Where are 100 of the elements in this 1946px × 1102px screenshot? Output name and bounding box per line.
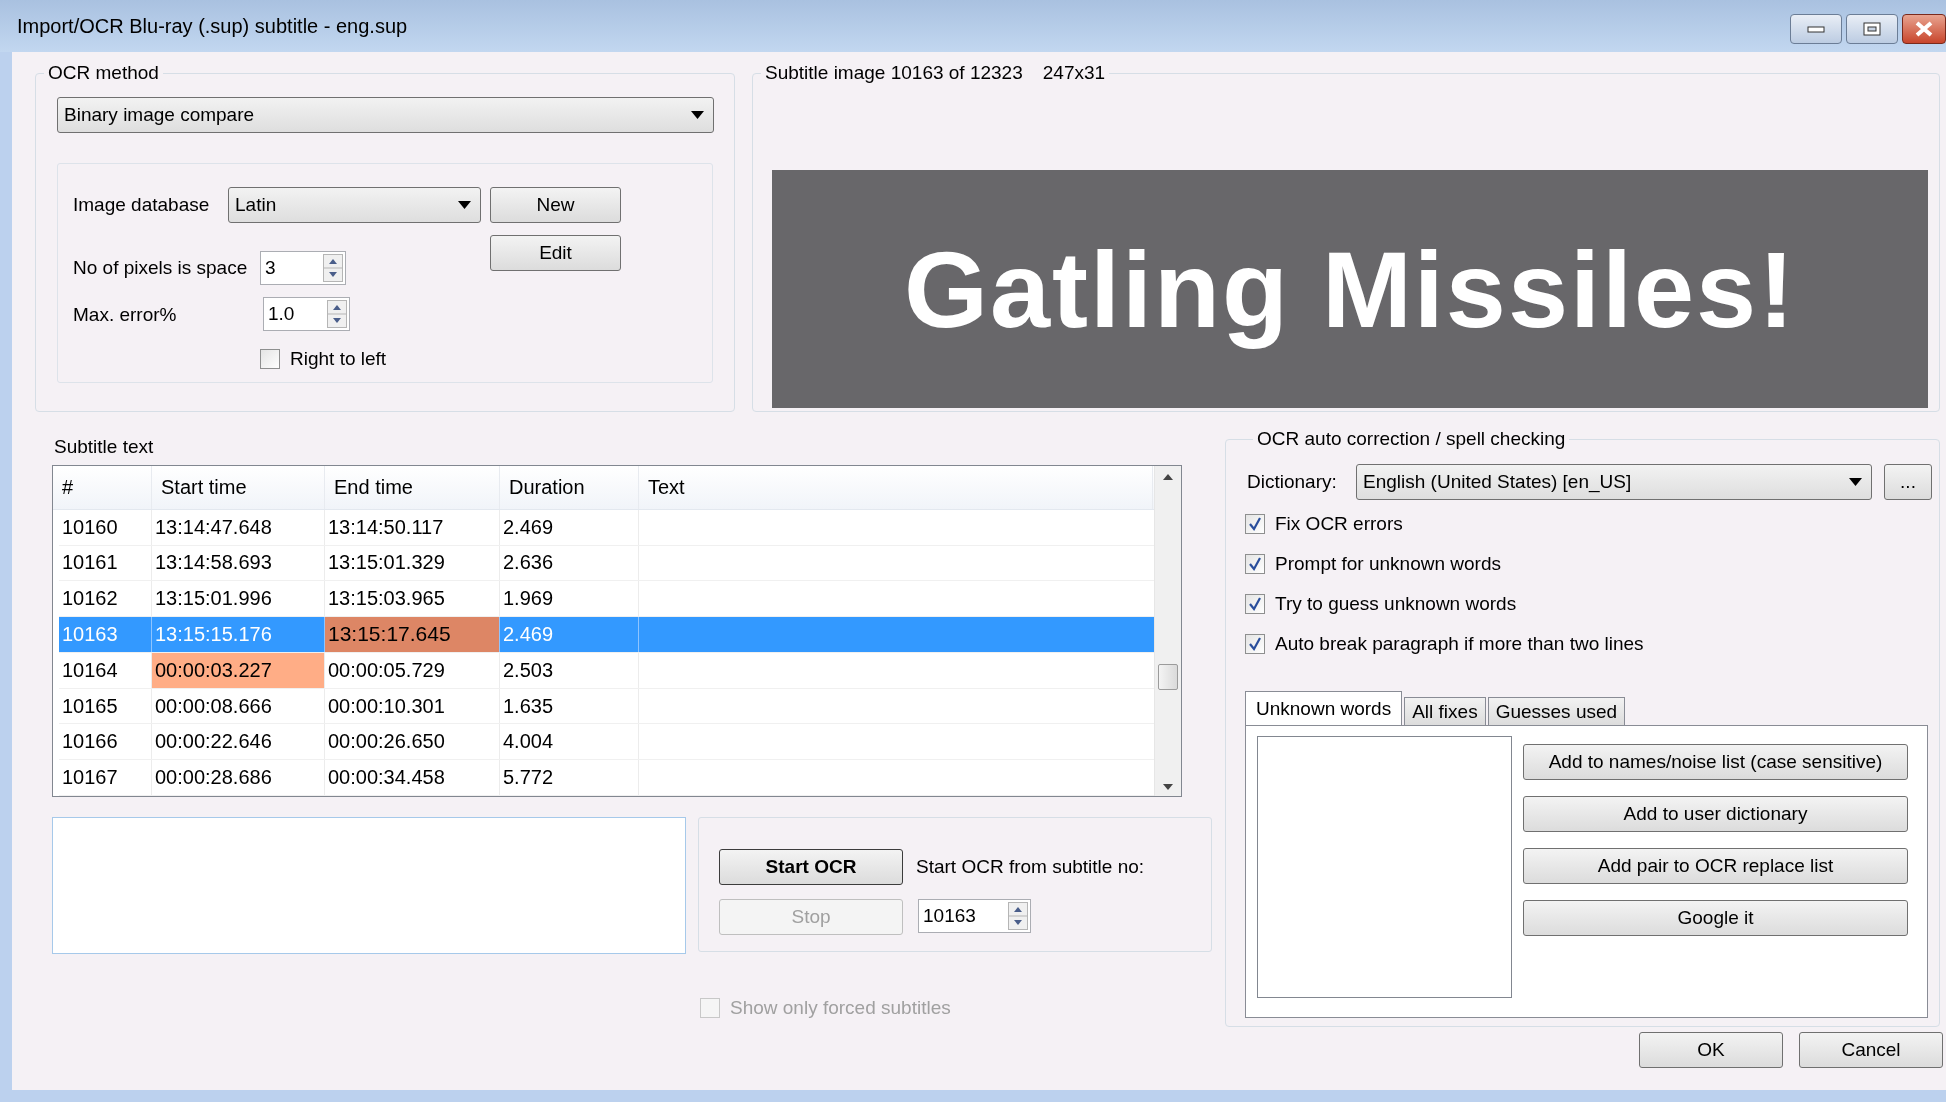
table-cell: 2.469 — [500, 509, 639, 545]
maximize-icon — [1863, 22, 1881, 36]
checkbox-label: Prompt for unknown words — [1275, 553, 1501, 575]
field-label: Max. error% — [73, 303, 177, 327]
column-header[interactable]: Duration — [500, 466, 639, 509]
table-row[interactable]: 10166 00:00:22.646 00:00:26.650 4.004 — [59, 724, 1154, 761]
section-label: Subtitle text — [54, 436, 155, 458]
table-cell: 13:14:50.117 — [325, 509, 500, 545]
caret-icon[interactable] — [458, 201, 471, 209]
field-label: Start OCR from subtitle no: — [916, 855, 1146, 878]
table-cell: 5.772 — [500, 760, 639, 795]
number-field[interactable]: 1.0 — [263, 297, 350, 331]
table-cell: 13:15:01.996 — [152, 581, 325, 617]
table-row[interactable]: 10163 13:15:15.176 13:15:17.645 2.469 — [59, 617, 1154, 653]
table-cell: 1.969 — [500, 581, 639, 617]
spin-arrows-icon[interactable] — [323, 254, 343, 282]
table-cell: 00:00:05.729 — [325, 652, 500, 688]
table-cell: 2.503 — [500, 652, 639, 688]
browse-button[interactable]: ... — [1884, 464, 1932, 500]
table-cell: 13:15:01.329 — [325, 545, 500, 581]
column-header[interactable]: End time — [325, 466, 500, 509]
tab[interactable]: All fixes — [1404, 697, 1486, 725]
spin-arrows-icon[interactable] — [327, 300, 347, 328]
table-row[interactable]: 10161 13:14:58.693 13:15:01.329 2.636 — [59, 545, 1154, 582]
minimize-button[interactable] — [1790, 14, 1842, 44]
table-cell: 1.635 — [500, 688, 639, 724]
image-size-label: 247x31 — [1042, 62, 1106, 84]
checkbox-label: Auto break paragraph if more than two lines — [1275, 633, 1644, 655]
action-button[interactable]: Add pair to OCR replace list — [1523, 848, 1908, 884]
close-button[interactable] — [1902, 14, 1946, 44]
number-field[interactable]: 3 — [260, 251, 346, 285]
checkbox-label: Try to guess unknown words — [1275, 593, 1517, 615]
table-cell: 00:00:10.301 — [325, 688, 500, 724]
scroll-up-icon[interactable] — [1163, 474, 1173, 480]
action-button[interactable]: Add to names/noise list (case sensitive) — [1523, 744, 1908, 780]
checkbox[interactable] — [1245, 514, 1265, 534]
checkbox-label: Fix OCR errors — [1275, 513, 1403, 535]
checkbox[interactable] — [260, 349, 280, 369]
scrollbar[interactable] — [1154, 466, 1181, 796]
table-row[interactable]: 10164 00:00:03.227 00:00:05.729 2.503 — [59, 652, 1154, 689]
tab[interactable]: Guesses used — [1487, 697, 1626, 725]
table-cell: 10166 — [59, 724, 152, 760]
table-row[interactable]: 10167 00:00:28.686 00:00:34.458 5.772 — [59, 760, 1154, 796]
field-label: Dictionary: — [1247, 471, 1338, 493]
column-header[interactable]: Text — [639, 466, 1153, 509]
table-cell: 10162 — [59, 581, 152, 617]
new-button[interactable]: New — [490, 187, 621, 223]
column-header[interactable]: # — [53, 466, 152, 509]
group-label: OCR auto correction / spell checking — [1256, 428, 1567, 450]
table-cell: 00:00:22.646 — [152, 724, 325, 760]
edit-button[interactable]: Edit — [490, 235, 621, 271]
maximize-button[interactable] — [1846, 14, 1898, 44]
action-button[interactable]: Add to user dictionary — [1523, 796, 1908, 832]
start-ocr-button[interactable]: Start OCR — [719, 849, 903, 885]
image-info-label: Subtitle image 10163 of 12323 — [765, 62, 1023, 84]
table-cell: 00:00:34.458 — [325, 760, 500, 795]
table-cell: 13:14:47.648 — [152, 509, 325, 545]
table-cell: 10160 — [59, 509, 152, 545]
table-row[interactable]: 10160 13:14:47.648 13:14:50.117 2.469 — [59, 509, 1154, 546]
dropdown[interactable]: English (United States) [en_US] — [1356, 464, 1872, 500]
scroll-thumb[interactable] — [1158, 664, 1178, 690]
close-icon — [1915, 21, 1933, 37]
table-cell: 10167 — [59, 760, 152, 795]
window-title: Import/OCR Blu-ray (.sup) subtitle - eng.sup — [17, 14, 409, 38]
table-cell: 4.004 — [500, 724, 639, 760]
table-cell: 13:15:17.645 — [325, 617, 500, 652]
field-label: Image database — [73, 193, 210, 217]
table-cell: 13:14:58.693 — [152, 545, 325, 581]
checkbox[interactable] — [1245, 594, 1265, 614]
table-cell: 00:00:26.650 — [325, 724, 500, 760]
table-cell: 10165 — [59, 688, 152, 724]
dropdown[interactable]: Latin — [228, 187, 481, 223]
scroll-down-icon[interactable] — [1163, 784, 1173, 790]
table-cell: 00:00:28.686 — [152, 760, 325, 795]
checkbox[interactable] — [1245, 554, 1265, 574]
field-label: No of pixels is space — [73, 256, 248, 280]
checkbox[interactable] — [1245, 634, 1265, 654]
caret-icon[interactable] — [1849, 478, 1862, 486]
table-row[interactable]: 10165 00:00:08.666 00:00:10.301 1.635 — [59, 688, 1154, 725]
table-cell: 10161 — [59, 545, 152, 581]
caret-icon[interactable] — [691, 111, 704, 119]
table-cell: 00:00:03.227 — [152, 652, 325, 688]
spin-arrows-icon[interactable] — [1008, 902, 1028, 930]
checkbox-label: Right to left — [290, 348, 387, 370]
table-cell: 10163 — [59, 617, 152, 652]
group-label: OCR method — [47, 62, 160, 84]
table-cell: 2.469 — [500, 617, 639, 652]
number-field[interactable]: 10163 — [918, 899, 1031, 933]
table-cell: 13:15:03.965 — [325, 581, 500, 617]
dropdown[interactable]: Binary image compare — [57, 97, 714, 133]
checkbox-label: Show only forced subtitles — [730, 997, 951, 1019]
table-cell: 2.636 — [500, 545, 639, 581]
column-header[interactable]: Start time — [152, 466, 325, 509]
action-button[interactable]: Google it — [1523, 900, 1908, 936]
table-cell: 00:00:08.666 — [152, 688, 325, 724]
subtitle-image-text: Gatling Missiles! — [903, 227, 1797, 352]
tab[interactable]: Unknown words — [1245, 691, 1403, 725]
dialog-button[interactable]: OK — [1639, 1032, 1783, 1068]
dialog-button[interactable]: Cancel — [1799, 1032, 1943, 1068]
minimize-icon — [1807, 25, 1825, 33]
